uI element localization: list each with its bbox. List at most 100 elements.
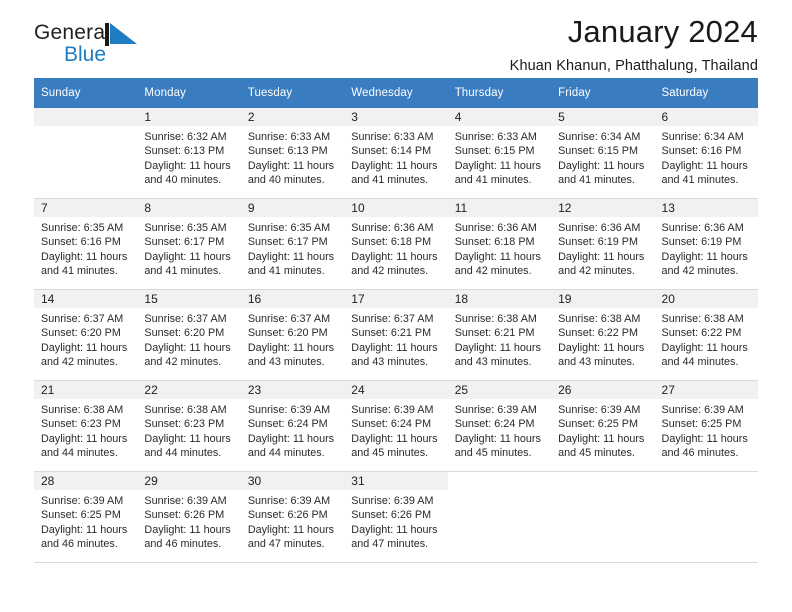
calendar-day-cell[interactable]: 10 Sunrise: 6:36 AM Sunset: 6:18 PM Dayligh… — [344, 198, 448, 290]
daylight-text-line2: and 44 minutes. — [247, 446, 325, 459]
calendar-day-cell[interactable]: 25 Sunrise: 6:39 AM Sunset: 6:24 PM Dayligh… — [447, 380, 552, 472]
calendar-day-cell[interactable]: 26 Sunrise: 6:39 AM Sunset: 6:25 PM Dayligh… — [551, 380, 655, 472]
day-details: Sunrise: 6:33 AM Sunset: 6:14 PM Daylight:… — [344, 126, 447, 187]
calendar-day-cell[interactable]: 13 Sunrise: 6:36 AM Sunset: 6:19 PM Dayligh… — [654, 198, 758, 290]
day-number: 27 — [654, 381, 758, 399]
calendar-day-cell[interactable]: 22 Sunrise: 6:38 AM Sunset: 6:23 PM Dayligh… — [137, 380, 241, 472]
sunrise-text: Sunrise: 6:36 AM — [661, 222, 744, 234]
daylight-text-line2: and 45 minutes. — [454, 446, 532, 459]
weekday-header-friday: Friday — [551, 78, 655, 108]
calendar-week-row: 21 Sunrise: 6:38 AM Sunset: 6:23 PM Dayligh… — [34, 380, 758, 472]
daylight-text-line2: and 40 minutes. — [144, 173, 222, 186]
day-cell-inner: 2 Sunrise: 6:33 AM Sunset: 6:13 PM Daylight… — [240, 108, 345, 198]
daylight-text-line1: Daylight: 11 hours — [351, 250, 438, 263]
daylight-text-line1: Daylight: 11 hours — [247, 523, 335, 536]
sunset-text: Sunset: 6:26 PM — [144, 509, 225, 522]
calendar-day-cell[interactable]: 20 Sunrise: 6:38 AM Sunset: 6:22 PM Dayligh… — [654, 289, 758, 381]
day-number: 12 — [551, 199, 655, 217]
sunset-text: Sunset: 6:16 PM — [661, 145, 742, 158]
calendar-day-cell[interactable]: 24 Sunrise: 6:39 AM Sunset: 6:24 PM Dayligh… — [344, 380, 448, 472]
calendar-day-cell[interactable]: 15 Sunrise: 6:37 AM Sunset: 6:20 PM Dayligh… — [137, 289, 241, 381]
sunset-text: Sunset: 6:20 PM — [144, 327, 225, 340]
daylight-text-line2: and 41 minutes. — [351, 173, 429, 186]
day-details: Sunrise: 6:38 AM Sunset: 6:22 PM Daylight:… — [551, 308, 654, 369]
daylight-text-line1: Daylight: 11 hours — [247, 432, 335, 445]
weekday-header-monday: Monday — [137, 78, 241, 108]
day-number: 19 — [551, 290, 655, 308]
day-cell-inner: 28 Sunrise: 6:39 AM Sunset: 6:25 PM Dayligh… — [34, 472, 138, 562]
calendar-day-cell[interactable]: 7 Sunrise: 6:35 AM Sunset: 6:16 PM Daylight… — [34, 198, 138, 290]
day-number: 2 — [240, 108, 345, 126]
day-cell-inner: 12 Sunrise: 6:36 AM Sunset: 6:19 PM Dayligh… — [551, 199, 655, 289]
daylight-text-line1: Daylight: 11 hours — [351, 159, 438, 172]
daylight-text-line2: and 44 minutes. — [144, 446, 222, 459]
calendar-day-cell[interactable]: 21 Sunrise: 6:38 AM Sunset: 6:23 PM Dayligh… — [34, 380, 138, 472]
day-cell-inner: 5 Sunrise: 6:34 AM Sunset: 6:15 PM Daylight… — [551, 108, 655, 198]
brand-logo[interactable]: General Blue — [34, 22, 184, 78]
daylight-text-line2: and 47 minutes. — [351, 537, 429, 550]
daylight-text-line1: Daylight: 11 hours — [41, 341, 128, 354]
calendar-day-cell[interactable]: 28 Sunrise: 6:39 AM Sunset: 6:25 PM Dayligh… — [34, 471, 138, 563]
day-details: Sunrise: 6:37 AM Sunset: 6:20 PM Daylight:… — [137, 308, 240, 369]
daylight-text-line1: Daylight: 11 hours — [661, 432, 748, 445]
daylight-text-line1: Daylight: 11 hours — [144, 523, 231, 536]
sunset-text: Sunset: 6:13 PM — [144, 145, 225, 158]
day-number: 14 — [34, 290, 138, 308]
weekday-row: Sunday Monday Tuesday Wednesday Thursday Frid… — [34, 78, 758, 108]
calendar-day-cell[interactable]: 14 Sunrise: 6:37 AM Sunset: 6:20 PM Dayligh… — [34, 289, 138, 381]
calendar-day-cell[interactable]: 8 Sunrise: 6:35 AM Sunset: 6:17 PM Daylight… — [137, 198, 241, 290]
daylight-text-line2: and 47 minutes. — [247, 537, 325, 550]
daylight-text-line2: and 42 minutes. — [558, 264, 635, 277]
day-cell-inner — [654, 472, 758, 562]
calendar-day-cell[interactable]: 29 Sunrise: 6:39 AM Sunset: 6:26 PM Dayligh… — [137, 471, 241, 563]
daylight-text-line1: Daylight: 11 hours — [144, 341, 231, 354]
sunrise-sunset-calendar: Sunday Monday Tuesday Wednesday Thursday Frid… — [34, 78, 758, 563]
day-details: Sunrise: 6:33 AM Sunset: 6:13 PM Daylight:… — [241, 126, 344, 187]
daylight-text-line1: Daylight: 11 hours — [661, 250, 748, 263]
sunrise-text: Sunrise: 6:39 AM — [41, 495, 124, 507]
sunset-text: Sunset: 6:15 PM — [558, 145, 638, 158]
calendar-day-cell[interactable]: 6 Sunrise: 6:34 AM Sunset: 6:16 PM Daylight… — [654, 108, 758, 199]
sunrise-text: Sunrise: 6:33 AM — [351, 131, 434, 143]
daylight-text-line2: and 41 minutes. — [247, 264, 325, 277]
day-cell-inner: 14 Sunrise: 6:37 AM Sunset: 6:20 PM Dayligh… — [34, 290, 138, 380]
day-number: 25 — [447, 381, 552, 399]
day-details: Sunrise: 6:37 AM Sunset: 6:20 PM Daylight:… — [241, 308, 344, 369]
day-number: 15 — [137, 290, 241, 308]
calendar-day-cell[interactable]: 31 Sunrise: 6:39 AM Sunset: 6:26 PM Dayligh… — [344, 471, 448, 563]
day-cell-inner: 21 Sunrise: 6:38 AM Sunset: 6:23 PM Dayligh… — [34, 381, 138, 471]
calendar-day-cell[interactable]: 27 Sunrise: 6:39 AM Sunset: 6:25 PM Dayligh… — [654, 380, 758, 472]
calendar-day-cell[interactable]: 11 Sunrise: 6:36 AM Sunset: 6:18 PM Dayligh… — [447, 198, 552, 290]
day-details: Sunrise: 6:37 AM Sunset: 6:20 PM Daylight:… — [34, 308, 137, 369]
calendar-day-cell[interactable]: 12 Sunrise: 6:36 AM Sunset: 6:19 PM Dayligh… — [551, 198, 655, 290]
day-cell-inner: 1 Sunrise: 6:32 AM Sunset: 6:13 PM Daylight… — [137, 108, 241, 198]
calendar-day-cell[interactable]: 23 Sunrise: 6:39 AM Sunset: 6:24 PM Dayligh… — [240, 380, 345, 472]
day-details: Sunrise: 6:32 AM Sunset: 6:13 PM Daylight:… — [137, 126, 240, 187]
calendar-day-cell[interactable]: 5 Sunrise: 6:34 AM Sunset: 6:15 PM Daylight… — [551, 108, 655, 199]
sunrise-text: Sunrise: 6:34 AM — [661, 131, 744, 143]
day-details: Sunrise: 6:38 AM Sunset: 6:21 PM Daylight:… — [448, 308, 551, 369]
day-cell-inner: 22 Sunrise: 6:38 AM Sunset: 6:23 PM Dayligh… — [137, 381, 241, 471]
day-number: 1 — [137, 108, 241, 126]
brand-name-blue: Blue — [64, 43, 107, 66]
calendar-day-cell[interactable]: 17 Sunrise: 6:37 AM Sunset: 6:21 PM Dayligh… — [344, 289, 448, 381]
day-number: 7 — [34, 199, 138, 217]
calendar-day-cell[interactable]: 9 Sunrise: 6:35 AM Sunset: 6:17 PM Daylight… — [240, 198, 345, 290]
calendar-day-cell[interactable]: 16 Sunrise: 6:37 AM Sunset: 6:20 PM Dayligh… — [240, 289, 345, 381]
sunset-text: Sunset: 6:22 PM — [558, 327, 638, 340]
calendar-day-cell[interactable]: 2 Sunrise: 6:33 AM Sunset: 6:13 PM Daylight… — [240, 108, 345, 199]
day-cell-inner: 23 Sunrise: 6:39 AM Sunset: 6:24 PM Dayligh… — [240, 381, 345, 471]
calendar-day-cell[interactable]: 18 Sunrise: 6:38 AM Sunset: 6:21 PM Dayligh… — [447, 289, 552, 381]
calendar-day-cell[interactable]: 1 Sunrise: 6:32 AM Sunset: 6:13 PM Daylight… — [137, 108, 241, 199]
daylight-text-line1: Daylight: 11 hours — [351, 432, 438, 445]
calendar-day-cell[interactable]: 19 Sunrise: 6:38 AM Sunset: 6:22 PM Dayligh… — [551, 289, 655, 381]
sunset-text: Sunset: 6:25 PM — [41, 509, 121, 522]
sunset-text: Sunset: 6:25 PM — [558, 418, 638, 431]
calendar-day-cell[interactable]: 4 Sunrise: 6:33 AM Sunset: 6:15 PM Daylight… — [447, 108, 552, 199]
day-cell-inner — [551, 472, 655, 562]
calendar-day-cell[interactable]: 3 Sunrise: 6:33 AM Sunset: 6:14 PM Daylight… — [344, 108, 448, 199]
calendar-day-cell[interactable]: 30 Sunrise: 6:39 AM Sunset: 6:26 PM Dayligh… — [240, 471, 345, 563]
day-details: Sunrise: 6:39 AM Sunset: 6:25 PM Daylight:… — [655, 399, 758, 460]
day-cell-inner: 25 Sunrise: 6:39 AM Sunset: 6:24 PM Dayligh… — [447, 381, 552, 471]
triangle-logo-icon — [105, 23, 139, 46]
